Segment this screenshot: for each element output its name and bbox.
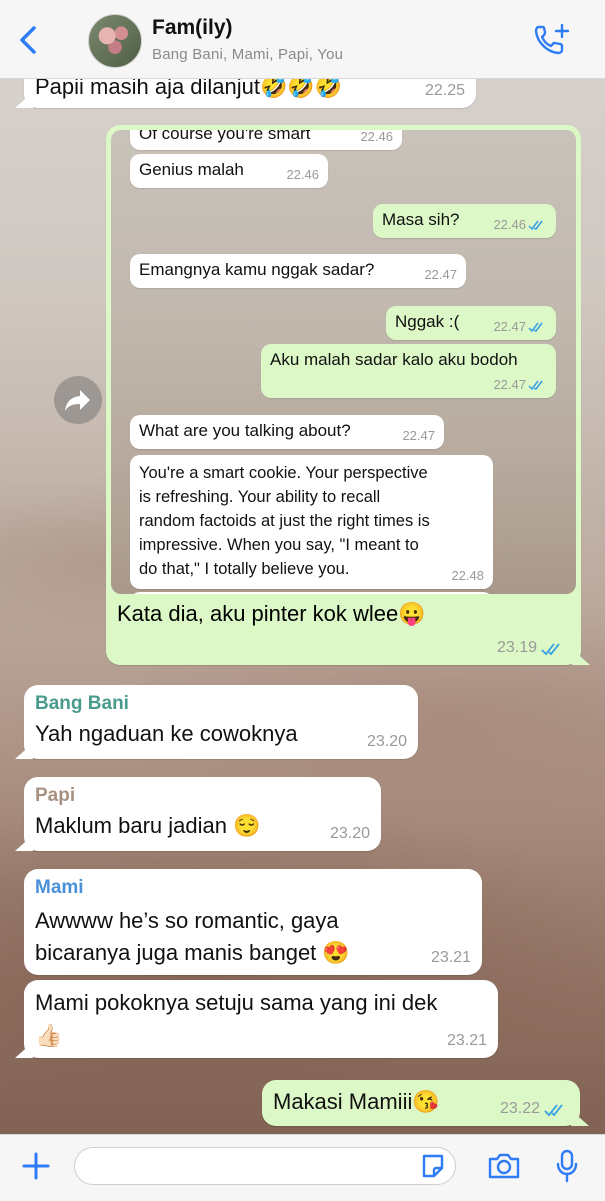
screenshot-message: You're a smart cookie. Your perspective … [130,455,493,589]
screenshot-message-outgoing: Masa sih? 22.46 [373,204,556,238]
screenshot-message-text: You're a smart cookie. Your perspective … [139,461,489,581]
screenshot-message-time: 22.46 [493,217,526,232]
message-time: 23.20 [329,825,370,842]
sender-name[interactable]: Mami [35,877,84,899]
message-text-line: bicaranya juga manis banget 😍 [35,940,350,965]
screenshot-text-line: random factoids at just the right times … [139,512,430,530]
forward-arrow-icon [65,390,90,411]
message-text: Yah ngaduan ke cowoknya [35,721,298,746]
chevron-left-icon[interactable] [14,24,42,56]
group-avatar[interactable] [88,14,142,68]
message-incoming[interactable]: Mami Awwww he’s so romantic, gaya bicara… [24,869,482,975]
screenshot-message-time: 22.47 [493,319,526,334]
screenshot-message: Genius malah 22.46 [130,154,328,188]
read-receipt-icon [528,380,543,391]
sticker-icon[interactable] [420,1152,446,1180]
message-time: 23.20 [366,733,407,750]
message-text: Maklum baru jadian 😌 [35,813,261,838]
screenshot-message [130,592,493,594]
screenshot-message-time: 22.47 [402,428,435,443]
chat-title[interactable]: Fam(ily) [152,16,233,40]
screenshot-message-text: What are you talking about? [139,421,351,440]
chat-members[interactable]: Bang Bani, Mami, Papi, You [152,46,343,63]
composer-bar [0,1134,605,1201]
screenshot-message-outgoing: Nggak :( 22.47 [386,306,556,340]
screenshot-text-line: do that," I totally believe you. [139,560,350,578]
message-text-line: 👍🏻 [35,1023,63,1048]
message-incoming[interactable]: Papi Maklum baru jadian 😌 23.20 [24,777,381,851]
read-receipt-icon [528,322,543,333]
message-text: Awwww he’s so romantic, gaya bicaranya j… [35,905,350,969]
message-time: 22.25 [424,82,465,99]
read-receipt-icon [528,220,543,231]
message-text-line: Awwww he’s so romantic, gaya [35,908,339,933]
screenshot-message-text: Genius malah [139,160,244,179]
plus-icon[interactable] [22,1152,50,1180]
message-time: 23.21 [430,949,471,966]
sender-name[interactable]: Papi [35,785,75,807]
message-time: 23.21 [446,1032,487,1049]
screenshot-text-line: You're a smart cookie. Your perspective [139,464,428,482]
message-text: Makasi Mamiii😘 [273,1089,440,1114]
screenshot-message: What are you talking about? 22.47 [130,415,444,449]
message-time: 23.19 [496,639,537,656]
screenshot-message-text: Aku malah sadar kalo aku bodoh [270,350,518,369]
forward-button[interactable] [54,376,102,424]
screenshot-text-line: is refreshing. Your ability to recall [139,488,381,506]
screenshot-text-line: impressive. When you say, "I meant to [139,536,419,554]
screenshot-message-text: Emangnya kamu nggak sadar? [139,260,375,279]
screenshot-message-time: 22.46 [360,130,393,144]
message-incoming[interactable]: Bang Bani Yah ngaduan ke cowoknya 23.20 [24,685,418,759]
camera-icon[interactable] [487,1152,521,1180]
sender-name[interactable]: Bang Bani [35,693,129,715]
read-receipt-icon [544,1104,563,1117]
screenshot-message: Emangnya kamu nggak sadar? 22.47 [130,254,466,288]
screenshot-message-time: 22.46 [286,167,319,182]
screenshot-message-time: 22.47 [493,377,526,392]
message-text: Mami pokoknya setuju sama yang ini dek 👍… [35,986,437,1052]
screenshot-message-text: Of course you're smart [139,130,311,143]
message-input[interactable] [74,1147,456,1185]
screenshot-message: Of course you're smart 22.46 [130,130,402,150]
read-receipt-icon [541,643,560,656]
message-caption: Kata dia, aku pinter kok wlee😛 [117,601,426,626]
message-time: 23.22 [499,1100,540,1117]
screenshot-message-outgoing: Aku malah sadar kalo aku bodoh 22.47 [261,344,556,398]
screenshot-message-text: Masa sih? [382,210,460,229]
screenshot-message-time: 22.48 [451,568,484,583]
message-incoming[interactable]: Mami pokoknya setuju sama yang ini dek 👍… [24,980,498,1058]
chat-screenshot-image[interactable]: Of course you're smart 22.46 Genius mala… [111,130,576,594]
screenshot-message-time: 22.47 [424,267,457,282]
screenshot-message-text: Nggak :( [395,312,460,331]
message-text-line: Mami pokoknya setuju sama yang ini dek [35,990,438,1015]
add-call-icon[interactable] [532,22,572,58]
message-outgoing[interactable]: Makasi Mamiii😘 23.22 [262,1080,580,1126]
microphone-icon[interactable] [555,1149,579,1183]
chat-header: Fam(ily) Bang Bani, Mami, Papi, You [0,0,605,79]
